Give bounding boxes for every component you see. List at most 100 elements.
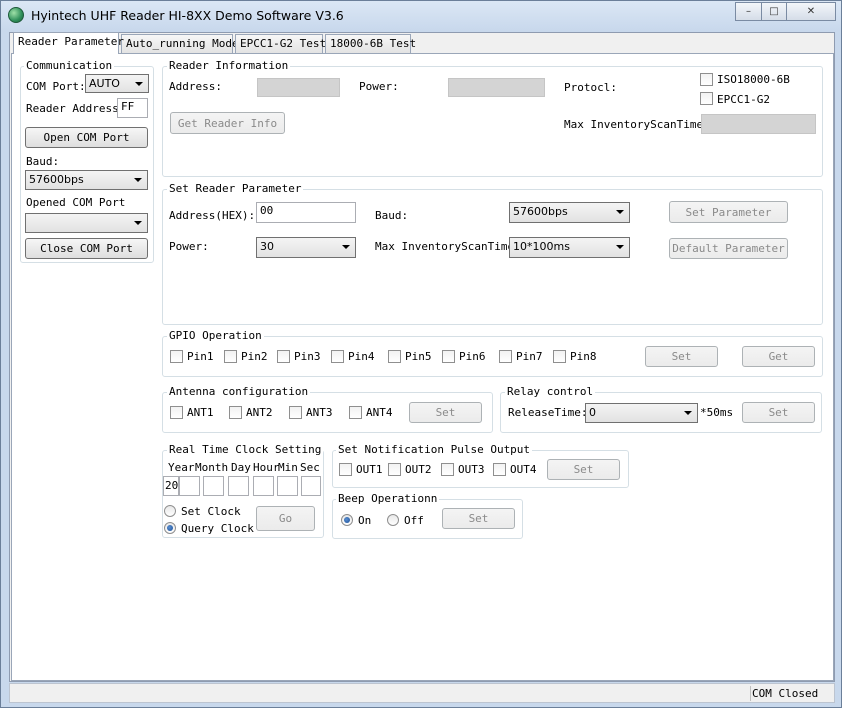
set-clock-radio[interactable] [164,505,176,517]
out4-checkbox[interactable] [493,463,506,476]
pin7-label: Pin7 [516,350,543,363]
notification-pulse-title: Set Notification Pulse Output [336,443,533,456]
maximize-button[interactable]: □ [761,2,787,21]
out3-checkbox[interactable] [441,463,454,476]
tab-epcc1-g2-test[interactable]: EPCC1-G2 Test [235,34,326,53]
beep-operation-title: Beep Operationn [336,492,440,505]
antenna-set-button[interactable]: Set [409,402,482,423]
iso18000-checkbox[interactable] [700,73,713,86]
query-clock-label: Query Clock [181,522,254,535]
set-address-input[interactable]: 00 [256,202,356,223]
pin2-checkbox[interactable] [224,350,237,363]
epcc1-g2-checkbox[interactable] [700,92,713,105]
pin8-checkbox[interactable] [553,350,566,363]
out3-label: OUT3 [458,463,485,476]
ant1-label: ANT1 [187,406,214,419]
opened-com-port-select[interactable] [25,213,148,233]
rtc-day-input[interactable] [228,476,249,496]
gpio-get-button[interactable]: Get [742,346,815,367]
pin6-checkbox[interactable] [442,350,455,363]
release-time-select[interactable]: 0 [585,403,698,423]
pin5-checkbox[interactable] [388,350,401,363]
out2-label: OUT2 [405,463,432,476]
set-power-value: 30 [260,240,274,253]
chevron-down-icon [134,221,142,225]
chevron-down-icon [616,210,624,214]
rtc-sec-input[interactable] [301,476,321,496]
close-com-port-button[interactable]: Close COM Port [25,238,148,259]
reader-address-input[interactable]: FF [117,98,148,118]
pin1-label: Pin1 [187,350,214,363]
release-time-unit: *50ms [700,406,734,419]
beep-off-label: Off [404,514,424,527]
beep-set-button[interactable]: Set [442,508,515,529]
rtc-go-button[interactable]: Go [256,506,315,531]
rtc-year-input[interactable]: 20 [163,476,179,496]
query-clock-radio[interactable] [164,522,176,534]
set-baud-select[interactable]: 57600bps [509,202,630,223]
gpio-set-button[interactable]: Set [645,346,718,367]
tab-reader-parameter[interactable]: Reader Parameter [13,32,124,54]
default-parameter-button[interactable]: Default Parameter [669,238,788,259]
pin4-checkbox[interactable] [331,350,344,363]
chevron-down-icon [684,411,692,415]
beep-off-radio[interactable] [387,514,399,526]
relay-set-button[interactable]: Set [742,402,815,423]
set-baud-value: 57600bps [513,205,568,218]
com-port-select[interactable]: AUTO [85,74,149,93]
pin1-checkbox[interactable] [170,350,183,363]
set-power-select[interactable]: 30 [256,237,356,258]
chevron-down-icon [134,178,142,182]
set-parameter-button[interactable]: Set Parameter [669,201,788,223]
rtc-month-input[interactable] [203,476,224,496]
set-address-label: Address(HEX): [169,209,256,222]
set-max-scan-value: 10*100ms [513,240,570,253]
out1-checkbox[interactable] [339,463,352,476]
pin3-checkbox[interactable] [277,350,290,363]
status-divider [750,686,751,701]
ant2-label: ANT2 [246,406,273,419]
real-time-clock-title: Real Time Clock Setting [167,443,324,456]
main-window: Hyintech UHF Reader HI-8XX Demo Software… [0,0,842,708]
open-com-port-button[interactable]: Open COM Port [25,127,148,148]
status-bar: COM Closed [9,683,835,703]
com-port-label: COM Port: [26,80,86,93]
tab-auto-running-mode[interactable]: Auto_running Mode [121,34,239,53]
rtc-hour-input[interactable] [253,476,274,496]
baud-select[interactable]: 57600bps [25,170,148,190]
ant1-checkbox[interactable] [170,406,183,419]
window-title: Hyintech UHF Reader HI-8XX Demo Software… [31,8,344,23]
release-time-label: ReleaseTime: [508,406,588,419]
beep-on-radio[interactable] [341,514,353,526]
get-reader-info-button[interactable]: Get Reader Info [170,112,285,134]
info-power-field [448,78,545,97]
out1-label: OUT1 [356,463,383,476]
rtc-year-suffix-input[interactable] [179,476,200,496]
ant2-checkbox[interactable] [229,406,242,419]
notification-set-button[interactable]: Set [547,459,620,480]
tab-18000-6b-test[interactable]: 18000-6B Test [325,34,416,53]
opened-com-port-label: Opened COM Port [26,196,126,209]
reader-address-label: Reader Address: [26,102,126,115]
set-max-scan-select[interactable]: 10*100ms [509,237,630,258]
rtc-sec-header: Sec [300,461,320,474]
chevron-down-icon [616,245,624,249]
pin6-label: Pin6 [459,350,486,363]
chevron-down-icon [135,82,143,86]
pin3-label: Pin3 [294,350,321,363]
close-window-button[interactable]: ✕ [786,2,836,21]
out2-checkbox[interactable] [388,463,401,476]
status-text: COM Closed [752,687,819,700]
pin5-label: Pin5 [405,350,432,363]
minimize-button[interactable]: – [735,2,762,21]
chevron-down-icon [342,245,350,249]
ant4-checkbox[interactable] [349,406,362,419]
set-clock-label: Set Clock [181,505,241,518]
info-address-label: Address: [169,80,222,93]
info-address-field [257,78,340,97]
rtc-min-input[interactable] [277,476,298,496]
pin7-checkbox[interactable] [499,350,512,363]
ant3-checkbox[interactable] [289,406,302,419]
out4-label: OUT4 [510,463,537,476]
gpio-operation-title: GPIO Operation [167,329,264,342]
